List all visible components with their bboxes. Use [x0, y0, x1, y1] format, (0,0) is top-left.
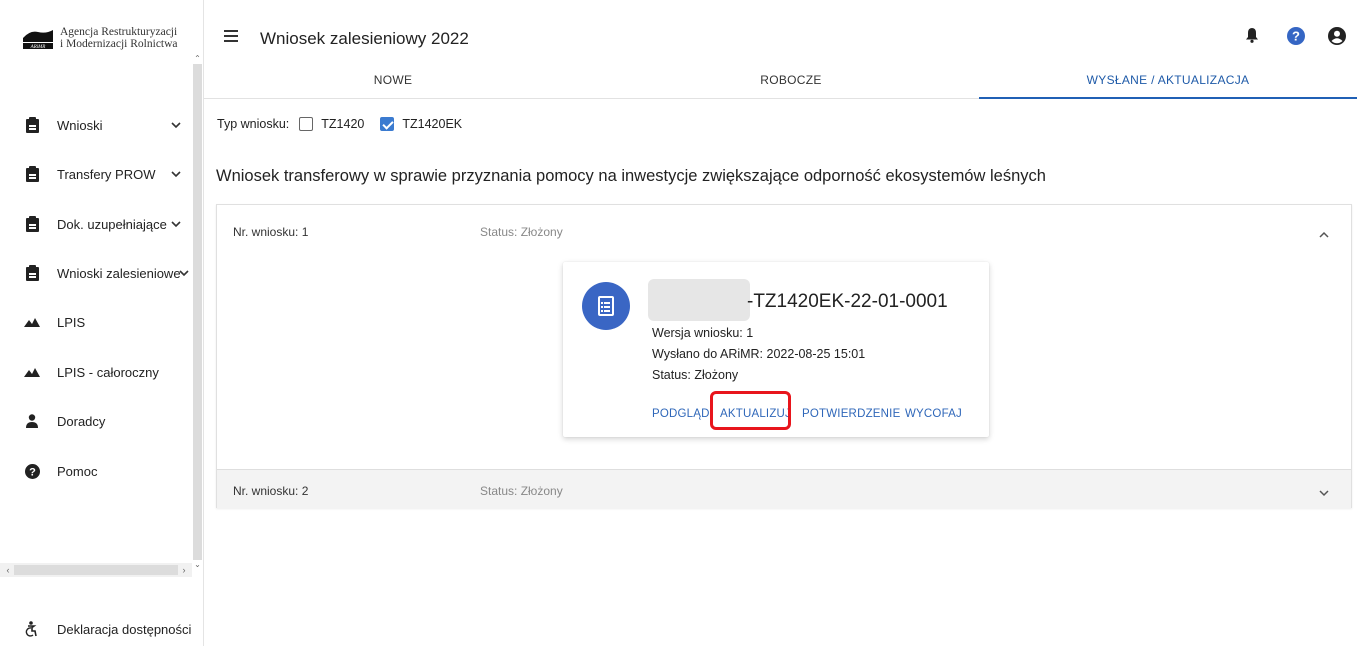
scrollbar-thumb[interactable]	[14, 565, 178, 575]
sidebar-item-doradcy[interactable]: Doradcy	[0, 406, 192, 436]
confirmation-button[interactable]: POTWIERDZENIE	[802, 408, 900, 420]
accessibility-icon	[25, 621, 37, 642]
sidebar-item-wnioski[interactable]: Wnioski	[0, 110, 192, 140]
chevron-down-icon[interactable]	[1319, 484, 1333, 498]
clipboard-icon	[24, 166, 40, 182]
logo-line-1: Agencja Restrukturyzacji	[60, 26, 178, 38]
sidebar-item-transfery-prow[interactable]: Transfery PROW	[0, 159, 192, 189]
sidebar-item-label: Wnioski zalesieniowe	[57, 265, 181, 281]
accessibility-declaration-label: Deklaracja dostępności	[57, 622, 192, 637]
application-1-header[interactable]: Nr. wniosku: 1 Status: Złożony	[217, 205, 1351, 257]
clipboard-icon	[24, 265, 40, 281]
sidebar-item-lpis[interactable]: LPIS	[0, 307, 192, 337]
sidebar-item-label: Dok. uzupełniające	[57, 216, 167, 232]
checkbox-tz1420ek[interactable]	[380, 117, 395, 131]
sidebar-vertical-scrollbar[interactable]: ⌃ ⌄	[192, 54, 203, 570]
application-status: Status: Złożony	[480, 225, 563, 239]
sidebar-horizontal-scrollbar[interactable]: ‹ ›	[0, 563, 192, 577]
scroll-right-arrow-icon[interactable]: ›	[178, 563, 190, 577]
tab-nowe[interactable]: NOWE	[204, 62, 582, 99]
application-type-filter: Typ wniosku: TZ1420 TZ1420EK	[217, 117, 462, 131]
page-title: Wniosek zalesieniowy 2022	[260, 29, 469, 48]
top-app-bar: Wniosek zalesieniowy 2022 ?	[204, 0, 1357, 62]
terrain-icon	[24, 364, 40, 380]
sidebar-item-label: Wnioski	[57, 117, 103, 133]
sidebar-item-label: Transfery PROW	[57, 166, 156, 182]
terrain-icon	[24, 314, 40, 330]
application-2-header[interactable]: Nr. wniosku: 2 Status: Złożony	[217, 469, 1351, 509]
application-sent-date: Wysłano do ARiMR: 2022-08-25 15:01	[652, 347, 866, 361]
application-number: Nr. wniosku: 2	[233, 484, 309, 498]
person-icon	[24, 413, 40, 429]
section-title: Wniosek transferowy w sprawie przyznania…	[216, 167, 1046, 185]
sidebar-item-label: LPIS - całoroczny	[57, 364, 159, 380]
scrollbar-thumb[interactable]	[193, 64, 202, 560]
arimr-logo-icon: ARiMR	[22, 26, 54, 50]
accessibility-declaration-link[interactable]: Deklaracja dostępności	[0, 617, 200, 641]
document-icon	[582, 282, 630, 330]
sidebar-item-pomoc[interactable]: ? Pomoc	[0, 456, 192, 486]
sidebar: ARiMR Agencja Restrukturyzacji i Moderni…	[0, 0, 204, 646]
account-icon[interactable]	[1328, 27, 1346, 50]
chevron-down-icon	[179, 266, 189, 280]
chevron-down-icon	[171, 167, 181, 181]
menu-icon[interactable]	[224, 30, 238, 42]
help-icon[interactable]: ?	[1287, 27, 1305, 50]
tab-bar: NOWE ROBOCZE WYSŁANE / AKTUALIZACJA	[204, 62, 1357, 99]
sidebar-item-lpis-caloroczny[interactable]: LPIS - całoroczny	[0, 357, 192, 387]
scroll-up-arrow-icon[interactable]: ⌃	[192, 54, 203, 64]
logo-line-2: i Modernizacji Rolnictwa	[60, 38, 178, 50]
application-id: -TZ1420EK-22-01-0001	[747, 291, 948, 312]
checkbox-label-tz1420ek: TZ1420EK	[402, 117, 463, 131]
scroll-down-arrow-icon[interactable]: ⌄	[192, 560, 203, 570]
chevron-down-icon	[171, 217, 181, 231]
application-number: Nr. wniosku: 1	[233, 225, 309, 239]
svg-text:?: ?	[1292, 29, 1300, 44]
clipboard-icon	[24, 117, 40, 133]
svg-text:?: ?	[29, 466, 36, 478]
tab-robocze[interactable]: ROBOCZE	[602, 62, 980, 99]
application-card-status: Status: Złożony	[652, 368, 739, 382]
sidebar-item-dok-uzupelniajace[interactable]: Dok. uzupełniające	[0, 209, 192, 239]
sidebar-item-label: Pomoc	[57, 463, 98, 479]
clipboard-icon	[24, 216, 40, 232]
tab-wyslane-aktualizacja[interactable]: WYSŁANE / AKTUALIZACJA	[979, 62, 1357, 99]
sidebar-item-wnioski-zalesieniowe[interactable]: Wnioski zalesieniowe	[0, 258, 192, 288]
chevron-up-icon[interactable]	[1319, 225, 1333, 239]
checkbox-label-tz1420: TZ1420	[321, 117, 365, 131]
withdraw-button[interactable]: WYCOFAJ	[905, 408, 962, 420]
arimr-logo[interactable]: ARiMR Agencja Restrukturyzacji i Moderni…	[22, 26, 178, 50]
chevron-down-icon	[171, 118, 181, 132]
logo-mark-text: ARiMR	[30, 45, 46, 50]
help-icon: ?	[24, 463, 40, 479]
sidebar-item-label: Doradcy	[57, 413, 106, 429]
sidebar-item-label: LPIS	[57, 314, 86, 330]
checkbox-tz1420[interactable]	[299, 117, 314, 131]
application-status: Status: Złożony	[480, 484, 563, 498]
application-version: Wersja wniosku: 1	[652, 326, 754, 340]
redacted-block	[648, 279, 750, 321]
scroll-left-arrow-icon[interactable]: ‹	[2, 563, 14, 577]
update-button-highlight	[710, 391, 791, 430]
bell-icon[interactable]	[1245, 27, 1259, 48]
preview-button[interactable]: PODGLĄD	[652, 408, 710, 420]
filter-label: Typ wniosku:	[217, 117, 290, 131]
